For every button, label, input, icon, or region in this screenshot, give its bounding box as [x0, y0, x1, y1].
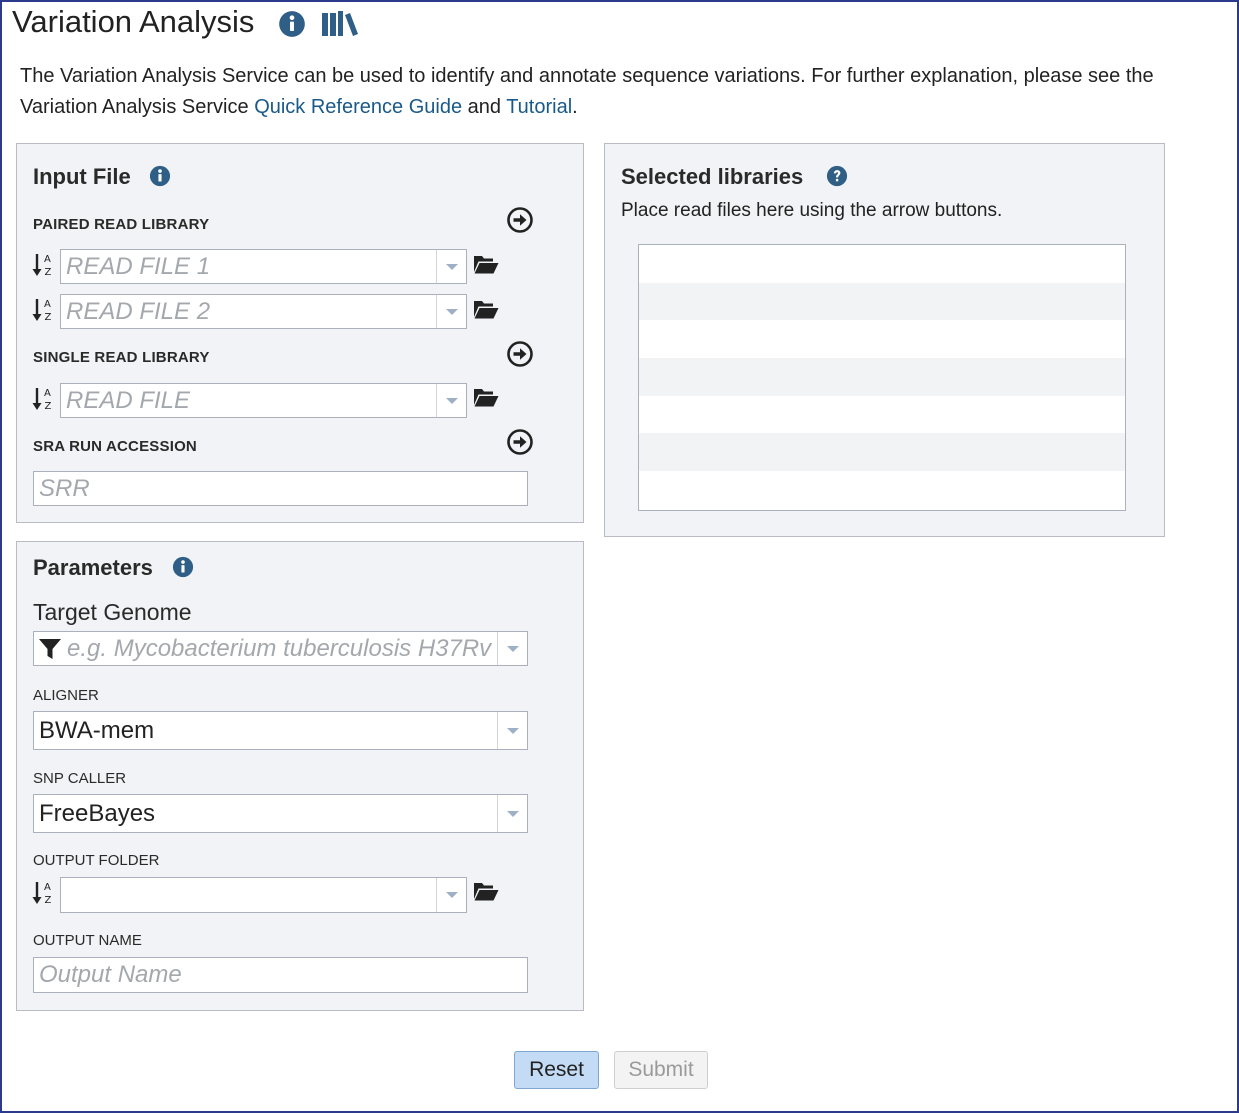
read-file-2-placeholder: READ FILE 2 [66, 297, 211, 325]
list-item [639, 245, 1125, 283]
list-item [639, 358, 1125, 396]
sort-az-icon[interactable] [31, 251, 55, 279]
read-file-placeholder: READ FILE [66, 386, 191, 414]
sra-placeholder: SRR [39, 474, 90, 502]
read-file-select[interactable]: READ FILE [60, 383, 467, 418]
sort-az-icon[interactable] [31, 879, 55, 907]
snp-caller-value: FreeBayes [39, 799, 156, 827]
chevron-down-icon[interactable] [436, 295, 466, 328]
output-name-placeholder: Output Name [39, 961, 182, 988]
filter-icon [38, 637, 62, 661]
chevron-down-icon[interactable] [497, 795, 527, 832]
list-item [639, 320, 1125, 358]
chevron-down-icon[interactable] [436, 384, 466, 417]
period-text: . [572, 96, 578, 118]
quick-reference-link[interactable]: Quick Reference Guide [254, 96, 462, 118]
selected-libraries-list[interactable] [638, 244, 1126, 511]
output-folder-select[interactable] [60, 877, 467, 913]
output-name-input[interactable]: Output Name [33, 957, 528, 993]
add-single-library-arrow-icon[interactable] [506, 340, 534, 368]
info-icon[interactable] [149, 165, 171, 187]
snp-caller-select[interactable]: FreeBayes [33, 794, 528, 833]
list-item [639, 282, 1125, 321]
chevron-down-icon[interactable] [436, 250, 466, 283]
output-name-label: OUTPUT NAME [33, 932, 142, 949]
read-file-2-select[interactable]: READ FILE 2 [60, 294, 467, 329]
add-paired-library-arrow-icon[interactable] [506, 206, 534, 234]
target-genome-placeholder: e.g. Mycobacterium tuberculosis H37Rv [67, 634, 492, 662]
target-genome-label: Target Genome [33, 599, 192, 625]
intro-text: The Variation Analysis Service can be us… [20, 65, 1154, 118]
parameters-title: Parameters [33, 555, 153, 580]
add-sra-accession-arrow-icon[interactable] [506, 428, 534, 456]
page-title: Variation Analysis [12, 4, 255, 39]
list-item [639, 433, 1125, 472]
chevron-down-icon[interactable] [497, 712, 527, 749]
paired-read-library-label: PAIRED READ LIBRARY [33, 216, 210, 233]
input-file-panel [16, 143, 584, 523]
sort-az-icon[interactable] [31, 296, 55, 324]
folder-open-icon[interactable] [473, 880, 499, 902]
selected-libraries-title: Selected libraries [621, 164, 804, 189]
folder-open-icon[interactable] [473, 298, 499, 320]
sort-az-icon[interactable] [31, 385, 55, 413]
target-genome-select[interactable]: e.g. Mycobacterium tuberculosis H37Rv [33, 631, 528, 666]
output-folder-label: OUTPUT FOLDER [33, 852, 160, 869]
folder-open-icon[interactable] [473, 253, 499, 275]
aligner-label: ALIGNER [33, 687, 99, 704]
snp-caller-label: SNP CALLER [33, 770, 127, 787]
aligner-value: BWA-mem [39, 716, 155, 744]
selected-libraries-hint: Place read files here using the arrow bu… [621, 200, 1003, 221]
aligner-select[interactable]: BWA-mem [33, 711, 528, 750]
list-item [639, 396, 1125, 434]
chevron-down-icon[interactable] [497, 632, 527, 665]
sra-accession-input[interactable]: SRR [33, 471, 528, 506]
list-item [639, 471, 1125, 509]
chevron-down-icon[interactable] [436, 878, 466, 912]
library-icon[interactable] [321, 10, 359, 38]
read-file-1-placeholder: READ FILE 1 [66, 252, 211, 280]
help-icon[interactable] [826, 165, 848, 187]
read-file-1-select[interactable]: READ FILE 1 [60, 249, 467, 284]
and-text: and [462, 96, 507, 118]
intro-paragraph: The Variation Analysis Service can be us… [20, 61, 1232, 123]
info-icon[interactable] [278, 10, 306, 38]
info-icon[interactable] [172, 556, 194, 578]
folder-open-icon[interactable] [473, 386, 499, 408]
reset-button[interactable]: Reset [514, 1051, 599, 1089]
submit-button[interactable]: Submit [614, 1051, 708, 1089]
single-read-library-label: SINGLE READ LIBRARY [33, 349, 210, 366]
sra-run-accession-label: SRA RUN ACCESSION [33, 438, 197, 455]
input-file-title: Input File [33, 164, 131, 189]
tutorial-link[interactable]: Tutorial [506, 96, 572, 118]
